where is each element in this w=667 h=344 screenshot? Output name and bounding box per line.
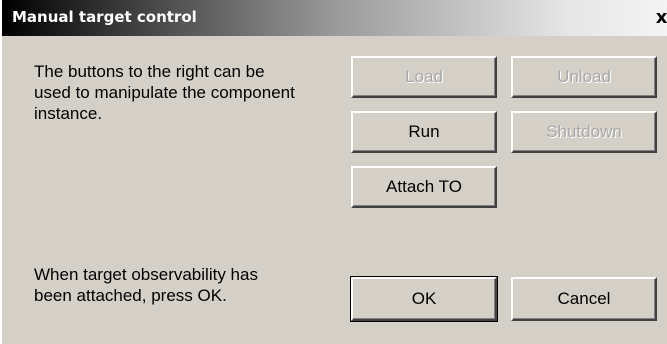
unload-button[interactable]: Unload: [511, 56, 657, 98]
shutdown-button[interactable]: Shutdown: [511, 111, 657, 153]
load-button[interactable]: Load: [351, 56, 497, 98]
attach-hint-text: When target observability has been attac…: [34, 265, 258, 305]
cancel-button[interactable]: Cancel: [511, 277, 657, 321]
run-button[interactable]: Run: [351, 111, 497, 153]
window-title: Manual target control: [12, 8, 197, 26]
title-bar[interactable]: Manual target control x: [2, 0, 667, 36]
manual-target-control-dialog: Manual target control x The buttons to t…: [0, 0, 667, 344]
close-icon[interactable]: x: [654, 5, 667, 29]
ok-button[interactable]: OK: [350, 276, 498, 322]
instructions-text: The buttons to the right can be used to …: [34, 62, 295, 123]
attach-to-button[interactable]: Attach TO: [351, 166, 497, 208]
